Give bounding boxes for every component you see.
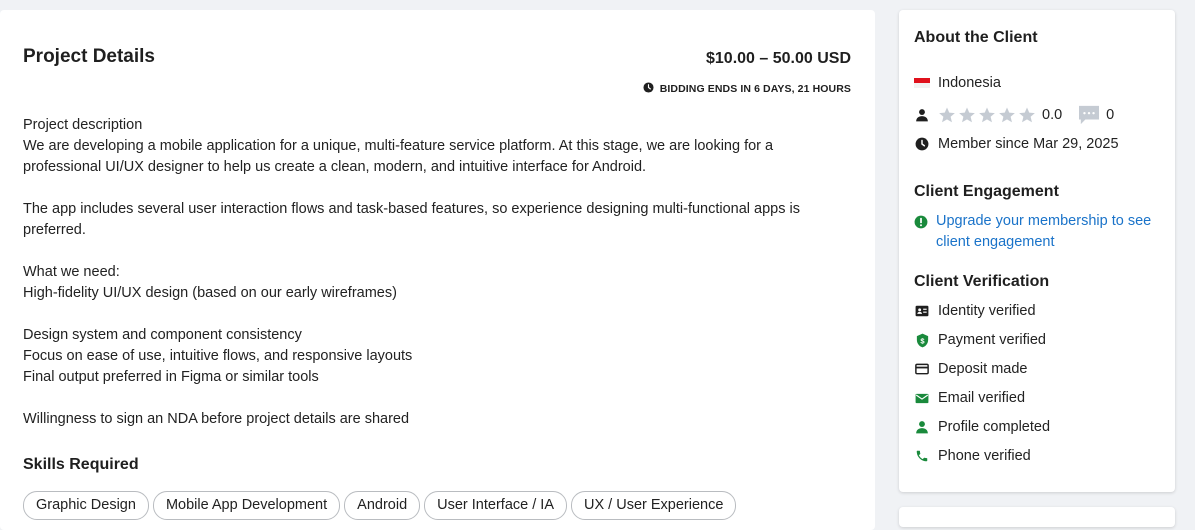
verification-label: Email verified [938, 390, 1026, 406]
verification-label: Identity verified [938, 303, 1036, 319]
description-line [23, 241, 853, 262]
skill-tag[interactable]: Android [344, 491, 421, 520]
verification-heading: Client Verification [914, 273, 1050, 290]
star-icon [999, 107, 1015, 123]
star-icon [979, 107, 995, 123]
skills-heading: Skills Required [23, 456, 139, 473]
reviews-icon [1078, 105, 1100, 125]
credit-card-icon [914, 361, 930, 377]
person-icon [914, 107, 930, 123]
star-icon [939, 107, 955, 123]
skill-tag[interactable]: UX / User Experience [571, 491, 737, 520]
verification-item: Email verified [914, 390, 1025, 406]
skill-tag[interactable]: Graphic Design [23, 491, 149, 520]
verification-label: Profile completed [938, 419, 1051, 435]
skill-tag[interactable]: User Interface / IA [424, 491, 567, 520]
verification-label: Phone verified [938, 448, 1031, 464]
client-rating: 0.0 0 [914, 105, 1114, 125]
project-description: Project description We are developing a … [23, 115, 853, 430]
page-title: Project Details [23, 46, 155, 67]
verification-item: Deposit made [914, 361, 1027, 377]
verification-item: $ Payment verified [914, 332, 1046, 348]
engagement-upgrade: Upgrade your membership to see client en… [914, 211, 1164, 253]
phone-icon [914, 448, 930, 464]
envelope-icon [914, 390, 930, 406]
star-rating [938, 106, 1036, 124]
verification-label: Deposit made [938, 361, 1028, 377]
clock-icon [914, 136, 930, 152]
star-icon [959, 107, 975, 123]
engagement-heading: Client Engagement [914, 183, 1059, 200]
about-client-card: About the Client Indonesia 0.0 0 Member … [899, 10, 1175, 492]
description-line: We are developing a mobile application f… [23, 138, 774, 154]
verification-label: Payment verified [938, 332, 1046, 348]
skill-tag[interactable]: Mobile App Development [152, 491, 341, 520]
skills-list: Graphic Design Mobile App Development An… [23, 491, 737, 520]
client-country: Indonesia [914, 75, 1001, 91]
description-line: professional UI/UX designer to help us c… [23, 159, 647, 175]
bidding-deadline-text: BIDDING ENDS IN 6 DAYS, 21 HOURS [659, 83, 851, 95]
alert-circle-icon [914, 214, 928, 230]
description-line: Willingness to sign an NDA before projec… [23, 411, 410, 427]
id-card-icon [914, 303, 930, 319]
description-line [23, 304, 853, 325]
member-since: Member since Mar 29, 2025 [914, 136, 1119, 152]
description-line: Project description [23, 117, 143, 133]
shield-dollar-icon: $ [914, 332, 930, 348]
budget-range: $10.00 – 50.00 USD [706, 50, 851, 67]
clock-icon [643, 82, 654, 96]
secondary-sidebar-card [899, 507, 1175, 527]
description-line: Focus on ease of use, intuitive flows, a… [23, 348, 413, 364]
verification-item: Phone verified [914, 448, 1031, 464]
about-client-heading: About the Client [914, 29, 1038, 46]
description-line [23, 178, 853, 199]
description-line: preferred. [23, 222, 86, 238]
person-icon [914, 419, 930, 435]
country-name: Indonesia [938, 75, 1001, 91]
description-line: Design system and component consistency [23, 327, 302, 343]
verification-item: Profile completed [914, 419, 1050, 435]
description-line: Final output preferred in Figma or simil… [23, 369, 319, 385]
description-line: High-fidelity UI/UX design (based on our… [23, 285, 397, 301]
reviews-count: 0 [1106, 107, 1115, 123]
verification-item: Identity verified [914, 303, 1036, 319]
bidding-deadline: BIDDING ENDS IN 6 DAYS, 21 HOURS [643, 82, 851, 96]
rating-value: 0.0 [1042, 107, 1063, 123]
member-since-text: Member since Mar 29, 2025 [938, 136, 1119, 152]
description-line: The app includes several user interactio… [23, 201, 800, 217]
description-line: What we need: [23, 264, 120, 280]
project-details-card: Project Details $10.00 – 50.00 USD BIDDI… [0, 10, 875, 530]
star-icon [1019, 107, 1035, 123]
upgrade-membership-link[interactable]: Upgrade your membership to see client en… [936, 211, 1164, 253]
description-line [23, 388, 853, 409]
indonesia-flag-icon [914, 75, 930, 91]
